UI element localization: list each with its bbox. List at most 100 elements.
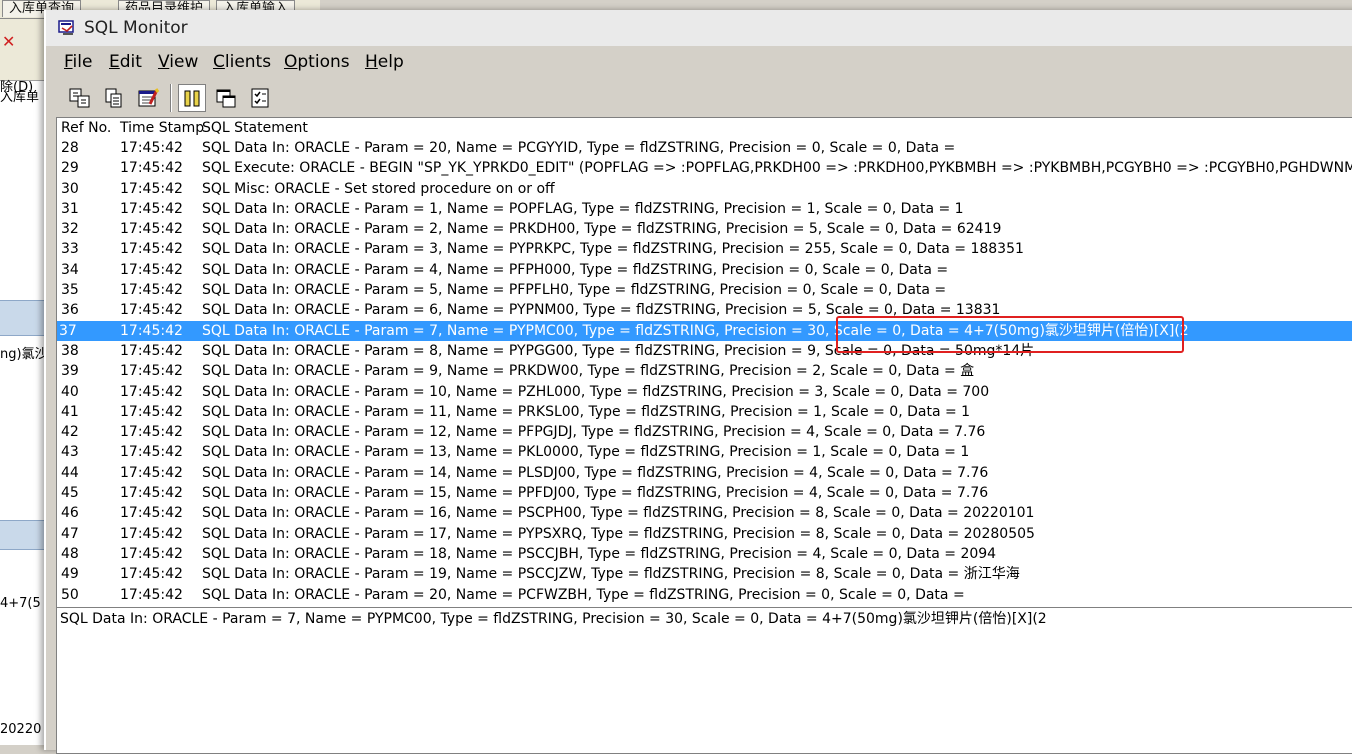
table-row[interactable]: 43 17:45:42 SQL Data In: ORACLE - Param = … (57, 442, 1352, 462)
trace-options-button[interactable] (246, 84, 274, 112)
menu-clients-accel: C (213, 52, 225, 72)
table-row[interactable]: 39 17:45:42 SQL Data In: ORACLE - Param = … (57, 361, 1352, 381)
table-row[interactable]: 34 17:45:42 SQL Data In: ORACLE - Param = … (57, 260, 1352, 280)
pause-icon (184, 90, 200, 107)
save-log-icon (69, 88, 90, 108)
table-row[interactable]: 40 17:45:42 SQL Data In: ORACLE - Param = … (57, 382, 1352, 402)
row-sql-statement: SQL Data In: ORACLE - Param = 12, Name =… (202, 424, 986, 441)
table-row[interactable]: 50 17:45:42 SQL Data In: ORACLE - Param = … (57, 585, 1352, 605)
row-time-stamp: 17:45:42 (120, 485, 183, 502)
row-time-stamp: 17:45:42 (120, 160, 183, 177)
row-ref-no: 41 (61, 403, 79, 420)
statement-detail-text: SQL Data In: ORACLE - Param = 7, Name = … (60, 611, 1047, 627)
table-row[interactable]: 29 17:45:42 SQL Execute: ORACLE - BEGIN "S… (57, 158, 1352, 178)
table-row[interactable]: 42 17:45:42 SQL Data In: ORACLE - Param = … (57, 422, 1352, 442)
table-row[interactable]: 49 17:45:42 SQL Data In: ORACLE - Param = … (57, 564, 1352, 584)
menu-view[interactable]: View (158, 52, 198, 72)
menu-bar: File Edit View Clients Options Help (46, 48, 1352, 76)
row-time-stamp: 17:45:42 (120, 180, 183, 197)
row-sql-statement: SQL Data In: ORACLE - Param = 13, Name =… (202, 444, 970, 461)
checklist-icon (251, 88, 269, 108)
row-sql-statement: SQL Data In: ORACLE - Param = 6, Name = … (202, 302, 1001, 319)
toolbar-separator (170, 84, 172, 112)
table-row[interactable]: 28 17:45:42 SQL Data In: ORACLE - Param = … (57, 138, 1352, 158)
windows-icon (216, 89, 236, 108)
row-sql-statement: SQL Data In: ORACLE - Param = 10, Name =… (202, 383, 990, 400)
title-bar[interactable]: SQL Monitor (46, 10, 1352, 46)
row-ref-no: 29 (61, 160, 79, 177)
table-row[interactable]: 30 17:45:42 SQL Misc: ORACLE - Set stored … (57, 179, 1352, 199)
row-sql-statement: SQL Data In: ORACLE - Param = 11, Name =… (202, 403, 971, 420)
row-sql-statement: SQL Data In: ORACLE - Param = 20, Name =… (202, 140, 956, 156)
stay-on-top-button[interactable] (212, 84, 240, 112)
row-ref-no: 34 (61, 261, 79, 278)
row-sql-statement: SQL Data In: ORACLE - Param = 4, Name = … (202, 261, 949, 278)
row-time-stamp: 17:45:42 (120, 403, 183, 420)
table-row[interactable]: 47 17:45:42 SQL Data In: ORACLE - Param = … (57, 524, 1352, 544)
table-row[interactable]: 37 17:45:42 SQL Data In: ORACLE - Param = … (57, 320, 1352, 341)
row-sql-statement: SQL Execute: ORACLE - BEGIN "SP_YK_YPRKD… (202, 160, 1352, 177)
table-row[interactable]: 41 17:45:42 SQL Data In: ORACLE - Param = … (57, 402, 1352, 422)
menu-options[interactable]: Options (284, 52, 350, 72)
menu-file[interactable]: File (64, 52, 92, 72)
column-header-time-stamp[interactable]: Time Stamp (120, 118, 204, 138)
table-row[interactable]: 48 17:45:42 SQL Data In: ORACLE - Param = … (57, 544, 1352, 564)
copy-icon (105, 88, 122, 108)
row-time-stamp: 17:45:42 (120, 586, 183, 603)
row-sql-statement: SQL Misc: ORACLE - Set stored procedure … (202, 180, 555, 197)
column-header-sql-statement[interactable]: SQL Statement (202, 118, 308, 138)
row-ref-no: 36 (61, 302, 79, 319)
row-time-stamp: 17:45:42 (120, 424, 183, 441)
sql-trace-list[interactable]: Ref No. Time Stamp SQL Statement 28 17:45… (56, 117, 1352, 609)
table-row[interactable]: 44 17:45:42 SQL Data In: ORACLE - Param = … (57, 463, 1352, 483)
row-ref-no: 40 (61, 383, 79, 400)
row-ref-no: 28 (61, 140, 79, 156)
row-ref-no: 48 (61, 545, 79, 562)
menu-clients[interactable]: Clients (213, 52, 271, 72)
row-sql-statement: SQL Data In: ORACLE - Param = 15, Name =… (202, 485, 989, 502)
menu-view-label: iew (169, 52, 199, 72)
row-ref-no: 32 (61, 221, 79, 238)
clear-log-button[interactable] (134, 84, 162, 112)
table-row[interactable]: 46 17:45:42 SQL Data In: ORACLE - Param = … (57, 503, 1352, 523)
delete-icon[interactable]: ✕ (2, 34, 18, 50)
row-time-stamp: 17:45:42 (120, 363, 183, 380)
row-sql-statement: SQL Data In: ORACLE - Param = 17, Name =… (202, 525, 1035, 542)
table-row[interactable]: 38 17:45:42 SQL Data In: ORACLE - Param = … (57, 341, 1352, 361)
row-ref-no: 45 (61, 485, 79, 502)
row-time-stamp: 17:45:42 (120, 525, 183, 542)
table-row[interactable]: 32 17:45:42 SQL Data In: ORACLE - Param = … (57, 219, 1352, 239)
row-time-stamp: 17:45:42 (120, 221, 183, 238)
table-row[interactable]: 36 17:45:42 SQL Data In: ORACLE - Param = … (57, 300, 1352, 320)
copy-button[interactable] (100, 84, 128, 112)
table-row[interactable]: 45 17:45:42 SQL Data In: ORACLE - Param = … (57, 483, 1352, 503)
row-sql-statement: SQL Data In: ORACLE - Param = 18, Name =… (202, 545, 997, 562)
menu-view-accel: V (158, 52, 170, 72)
window-title: SQL Monitor (84, 18, 188, 38)
row-ref-no: 38 (61, 342, 79, 359)
save-log-button[interactable] (66, 84, 94, 112)
row-sql-statement: SQL Data In: ORACLE - Param = 3, Name = … (202, 241, 1024, 258)
row-time-stamp: 17:45:42 (120, 261, 183, 278)
row-time-stamp: 17:45:42 (120, 282, 183, 299)
row-time-stamp: 17:45:42 (120, 342, 183, 359)
table-row[interactable]: 35 17:45:42 SQL Data In: ORACLE - Param = … (57, 280, 1352, 300)
table-row[interactable]: 33 17:45:42 SQL Data In: ORACLE - Param = … (57, 239, 1352, 259)
row-sql-statement: SQL Data In: ORACLE - Param = 19, Name =… (202, 566, 1020, 583)
pause-button[interactable] (178, 84, 206, 112)
row-sql-statement: SQL Data In: ORACLE - Param = 7, Name = … (202, 322, 1189, 339)
menu-edit-accel: E (109, 52, 120, 72)
table-row[interactable]: 31 17:45:42 SQL Data In: ORACLE - Param = … (57, 199, 1352, 219)
menu-edit[interactable]: Edit (109, 52, 142, 72)
row-time-stamp: 17:45:42 (120, 545, 183, 562)
menu-help[interactable]: Help (365, 52, 404, 72)
column-header-ref-no[interactable]: Ref No. (61, 118, 111, 138)
row-ref-no: 49 (61, 566, 79, 583)
row-ref-no: 47 (61, 525, 79, 542)
menu-file-label: ile (72, 52, 93, 72)
statement-detail-pane[interactable]: SQL Data In: ORACLE - Param = 7, Name = … (56, 607, 1352, 754)
sql-monitor-window: SQL Monitor File Edit View Clients Optio… (44, 10, 1352, 754)
row-ref-no: 44 (61, 464, 79, 481)
row-ref-no: 35 (61, 282, 79, 299)
menu-clients-label: lients (224, 52, 272, 72)
